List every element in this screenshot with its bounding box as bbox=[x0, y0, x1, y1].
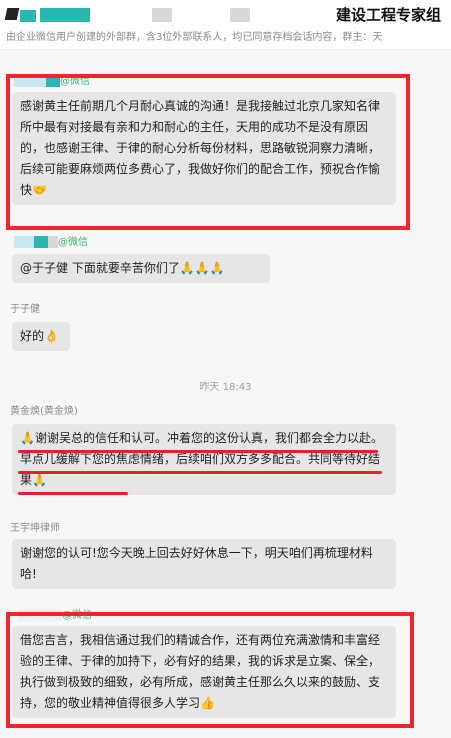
redacted-block bbox=[152, 8, 172, 22]
message-sender: @微信 bbox=[14, 72, 90, 87]
redacted-block bbox=[230, 8, 250, 22]
message-sender: 黄金焕(黄金焕) bbox=[10, 406, 78, 417]
redacted-name bbox=[14, 236, 34, 248]
chat-header: 建设工程专家组 由企业微信用户创建的外部群，含3位外部联系人，均已同意存档会话内… bbox=[0, 0, 451, 50]
group-avatar[interactable] bbox=[4, 6, 36, 24]
thumbs-up-icon: 👍 bbox=[200, 696, 215, 710]
redacted-name bbox=[18, 609, 62, 621]
wechat-tag: @微信 bbox=[62, 610, 92, 621]
message-timestamp: 昨天 18:43 bbox=[199, 382, 252, 393]
message-bubble[interactable]: 谢谢您的认可!您今天晚上回去好好休息一下，明天咱们再梳理材料哈! bbox=[12, 539, 396, 589]
message-bubble[interactable]: @于子健 下面就要辛苦你们了🙏🙏🙏 bbox=[12, 254, 270, 283]
message-text: 好的 bbox=[20, 329, 45, 343]
wechat-tag: @微信 bbox=[58, 237, 88, 248]
redacted-name bbox=[34, 236, 48, 248]
group-info-subtitle: 由企业微信用户创建的外部群，含3位外部联系人，均已同意存档会话内容，群主：天 bbox=[6, 32, 383, 43]
pray-icon: 🙏 bbox=[20, 431, 35, 445]
message-sender: @微信 bbox=[18, 606, 92, 621]
message-bubble[interactable]: 感谢黄主任前期几个月耐心真诚的沟通！是我接触过北京几家知名律所中最有对接最有亲和… bbox=[12, 92, 396, 205]
message-bubble[interactable]: 好的👌 bbox=[12, 322, 70, 351]
message-text: 感谢黄主任前期几个月耐心真诚的沟通！是我接触过北京几家知名律所中最有对接最有亲和… bbox=[20, 99, 381, 197]
message-text: 谢谢您的认可!您今天晚上回去好好休息一下，明天咱们再梳理材料哈! bbox=[20, 546, 373, 581]
message-bubble[interactable]: 🙏谢谢吴总的信任和认可。冲着您的这份认真，我们都会全力以赴。早点儿缓解下您的焦虑… bbox=[12, 424, 396, 495]
redacted-name bbox=[48, 236, 58, 248]
group-title: 建设工程专家组 bbox=[335, 6, 441, 24]
message-text: 谢谢吴总的信任和认可。冲着您的这份认真，我们都会全力以赴。早点儿缓解下您的焦虑情… bbox=[20, 431, 383, 487]
message-sender: @微信 bbox=[14, 233, 88, 248]
ok-hand-icon: 👌 bbox=[44, 329, 59, 343]
pray-icon: 🙏🙏🙏 bbox=[179, 261, 225, 275]
message-list[interactable]: @微信 感谢黄主任前期几个月耐心真诚的沟通！是我接触过北京几家知名律所中最有对接… bbox=[0, 50, 451, 738]
red-underline bbox=[18, 471, 382, 474]
redacted-name bbox=[14, 75, 46, 87]
red-underline bbox=[18, 492, 128, 495]
message-text: @于子健 下面就要辛苦你们了 bbox=[20, 261, 180, 275]
handshake-icon: 🤝 bbox=[32, 183, 47, 197]
red-underline bbox=[18, 450, 378, 453]
message-bubble[interactable]: 借您吉言，我相信通过我们的精诚合作，还有两位充满激情和丰富经验的王律、于律的加持… bbox=[12, 626, 396, 718]
wechat-tag: @微信 bbox=[60, 76, 90, 87]
redacted-name bbox=[46, 75, 60, 87]
message-sender: 于子健 bbox=[10, 304, 40, 315]
redacted-block bbox=[40, 8, 90, 22]
message-sender: 王宇坤律师 bbox=[10, 523, 60, 534]
